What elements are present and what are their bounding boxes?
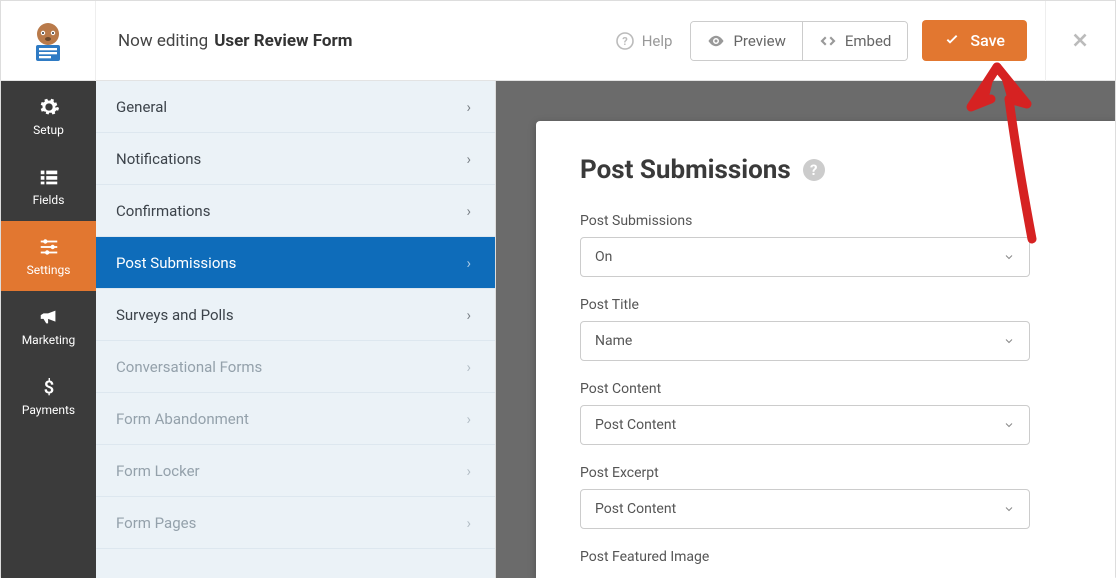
field-label: Post Featured Image [580,549,1071,565]
dollar-icon: $ [38,376,60,398]
help-hint-icon[interactable]: ? [803,159,825,181]
panel-title-text: Post Submissions [580,155,791,185]
chevron-down-icon [1003,335,1015,347]
field-post-title: Post Title Name [580,297,1071,361]
submenu-label: Form Abandonment [116,410,249,428]
rail-label: Setup [33,123,64,137]
field-label: Post Excerpt [580,465,1071,481]
submenu-item-general[interactable]: General › [96,81,495,133]
submenu-item-post-submissions[interactable]: Post Submissions › [96,237,495,289]
settings-panel: Post Submissions ? Post Submissions On P… [536,121,1115,578]
editing-prefix: Now editing [118,31,208,51]
app-window: Now editing User Review Form ? Help Prev… [0,0,1116,577]
chevron-right-icon: › [466,306,471,324]
chevron-right-icon: › [466,150,471,168]
field-post-submissions: Post Submissions On [580,213,1071,277]
submenu-item-form-locker[interactable]: Form Locker › [96,445,495,497]
stage-area: Post Submissions ? Post Submissions On P… [496,81,1115,578]
chevron-right-icon: › [466,462,471,480]
bullhorn-icon [38,306,60,328]
rail-item-marketing[interactable]: Marketing [1,291,96,361]
panel-title: Post Submissions ? [580,155,1071,185]
save-label: Save [970,31,1005,50]
rail-label: Settings [27,263,71,277]
rail-filler [1,431,96,578]
submenu-item-form-abandonment[interactable]: Form Abandonment › [96,393,495,445]
field-post-excerpt: Post Excerpt Post Content [580,465,1071,529]
chevron-down-icon [1003,503,1015,515]
rail-item-settings[interactable]: Settings [1,221,96,291]
save-button[interactable]: Save [922,20,1027,61]
field-label: Post Submissions [580,213,1071,229]
close-icon [1070,30,1092,52]
list-icon [38,166,60,188]
check-icon [944,33,960,49]
chevron-down-icon [1003,251,1015,263]
select-post-title[interactable]: Name [580,321,1030,361]
help-icon: ? [616,32,634,50]
submenu-label: Confirmations [116,202,210,220]
rail-item-fields[interactable]: Fields [1,151,96,221]
sliders-icon [38,236,60,258]
field-label: Post Content [580,381,1071,397]
select-value: On [595,249,612,265]
chevron-right-icon: › [466,410,471,428]
submenu-label: Surveys and Polls [116,306,234,324]
rail-label: Marketing [22,333,76,347]
preview-label: Preview [733,32,785,50]
rail-item-payments[interactable]: $ Payments [1,361,96,431]
select-value: Post Content [595,501,676,517]
top-actions: ? Help Preview Embed [616,1,1115,81]
field-label: Post Title [580,297,1071,313]
embed-label: Embed [845,32,892,50]
wpforms-logo-icon [26,19,70,63]
preview-embed-group: Preview Embed [690,21,908,61]
page-title: Now editing User Review Form [96,31,616,51]
submenu-label: Post Submissions [116,254,236,272]
close-button[interactable] [1045,1,1115,81]
select-post-submissions[interactable]: On [580,237,1030,277]
submenu-item-confirmations[interactable]: Confirmations › [96,185,495,237]
logo-cell [1,1,96,81]
select-post-excerpt[interactable]: Post Content [580,489,1030,529]
chevron-right-icon: › [466,202,471,220]
select-value: Name [595,333,632,349]
chevron-right-icon: › [466,514,471,532]
gear-icon [38,96,60,118]
submenu-item-notifications[interactable]: Notifications › [96,133,495,185]
settings-submenu: General › Notifications › Confirmations … [96,81,496,578]
submenu-label: Conversational Forms [116,358,262,376]
chevron-right-icon: › [466,98,471,116]
field-post-content: Post Content Post Content [580,381,1071,445]
chevron-down-icon [1003,419,1015,431]
help-label: Help [642,32,673,50]
rail-label: Payments [22,403,75,417]
submenu-item-surveys-polls[interactable]: Surveys and Polls › [96,289,495,341]
top-bar: Now editing User Review Form ? Help Prev… [1,1,1115,81]
help-link[interactable]: ? Help [616,32,673,50]
svg-text:?: ? [622,35,628,48]
select-post-content[interactable]: Post Content [580,405,1030,445]
select-value: Post Content [595,417,676,433]
chevron-right-icon: › [466,254,471,272]
left-rail: Setup Fields [1,81,96,578]
submenu-label: Form Locker [116,462,200,480]
embed-button[interactable]: Embed [802,22,908,60]
submenu-item-conversational-forms[interactable]: Conversational Forms › [96,341,495,393]
code-icon [819,32,837,50]
rail-label: Fields [33,193,65,207]
preview-button[interactable]: Preview [691,22,801,60]
submenu-item-form-pages[interactable]: Form Pages › [96,497,495,549]
submenu-label: General [116,98,167,116]
submenu-label: Form Pages [116,514,196,532]
chevron-right-icon: › [466,358,471,376]
body-area: Setup Fields [1,81,1115,578]
field-post-featured-image: Post Featured Image [580,549,1071,565]
submenu-label: Notifications [116,150,201,168]
form-name: User Review Form [214,31,352,51]
eye-icon [707,32,725,50]
svg-text:$: $ [43,377,53,398]
rail-item-setup[interactable]: Setup [1,81,96,151]
